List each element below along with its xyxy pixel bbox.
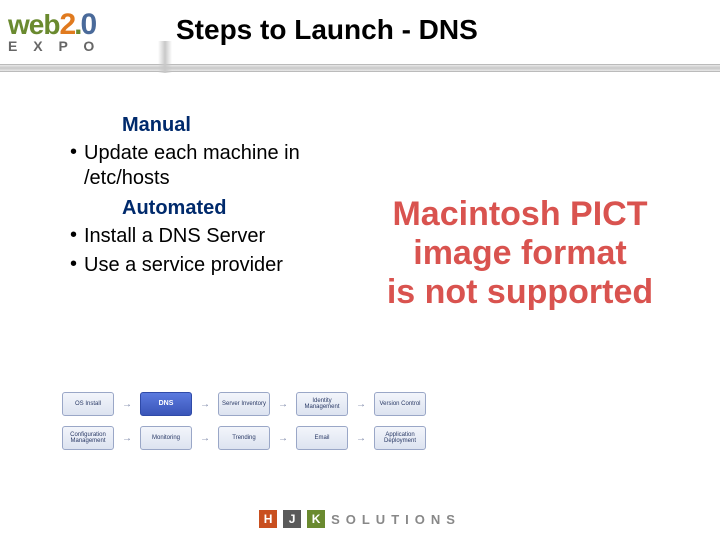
arrow-icon: → — [278, 399, 288, 410]
logo-h-icon: H — [259, 510, 277, 528]
arrow-icon: → — [200, 433, 210, 444]
bullet-dot-icon: • — [70, 224, 84, 249]
divider — [0, 64, 720, 72]
flow-email: Email — [296, 426, 348, 450]
workflow-diagram: OS Install → DNS → Server Inventory → Ident… — [62, 392, 426, 450]
web20expo-logo: web2.0 E X P O — [8, 8, 168, 64]
workflow-row-1: OS Install → DNS → Server Inventory → Ident… — [62, 392, 426, 416]
pict-line1: Macintosh PICT — [330, 195, 710, 234]
hjk-solutions-logo: H J K SOLUTIONS — [259, 510, 461, 528]
logo-k-icon: K — [307, 510, 325, 528]
flow-os-install: OS Install — [62, 392, 114, 416]
bullet-item: • Install a DNS Server — [70, 224, 370, 249]
flow-monitoring: Monitoring — [140, 426, 192, 450]
slide-title: Steps to Launch - DNS — [168, 8, 720, 56]
flow-dns: DNS — [140, 392, 192, 416]
logo-expo-text: E X P O — [8, 38, 168, 54]
bullet-item: • Update each machine in /etc/hosts — [70, 141, 370, 191]
flow-app-deployment: Application Deployment — [374, 426, 426, 450]
bullet-item: • Use a service provider — [70, 253, 370, 278]
pict-error-message: Macintosh PICT image format is not suppo… — [330, 195, 710, 312]
logo-zero: 0 — [81, 8, 96, 41]
pict-line2: image format — [330, 234, 710, 273]
flow-trending: Trending — [218, 426, 270, 450]
logo-j-icon: J — [283, 510, 301, 528]
bullet-text: Install a DNS Server — [84, 224, 265, 249]
arrow-icon: → — [356, 433, 366, 444]
flow-server-inventory: Server Inventory — [218, 392, 270, 416]
pict-line3: is not supported — [330, 273, 710, 312]
arrow-icon: → — [356, 399, 366, 410]
arrow-icon: → — [200, 399, 210, 410]
arrow-icon: → — [122, 399, 132, 410]
bullet-dot-icon: • — [70, 141, 84, 191]
manual-heading: Manual — [122, 114, 370, 137]
arrow-icon: → — [278, 433, 288, 444]
logo-two: 2 — [59, 8, 74, 41]
flow-config-management: Configuration Management — [62, 426, 114, 450]
workflow-row-2: Configuration Management → Monitoring → Tr… — [62, 426, 426, 450]
logo-web-text: web — [8, 9, 59, 40]
footer: H J K SOLUTIONS — [0, 510, 720, 528]
flow-version-control: Version Control — [374, 392, 426, 416]
bullet-text: Use a service provider — [84, 253, 283, 278]
footer-text: SOLUTIONS — [331, 512, 461, 527]
bullet-dot-icon: • — [70, 253, 84, 278]
bullet-text: Update each machine in /etc/hosts — [84, 141, 370, 191]
flow-identity-management: Identity Management — [296, 392, 348, 416]
arrow-icon: → — [122, 433, 132, 444]
content-area: Manual • Update each machine in /etc/hos… — [60, 108, 370, 278]
